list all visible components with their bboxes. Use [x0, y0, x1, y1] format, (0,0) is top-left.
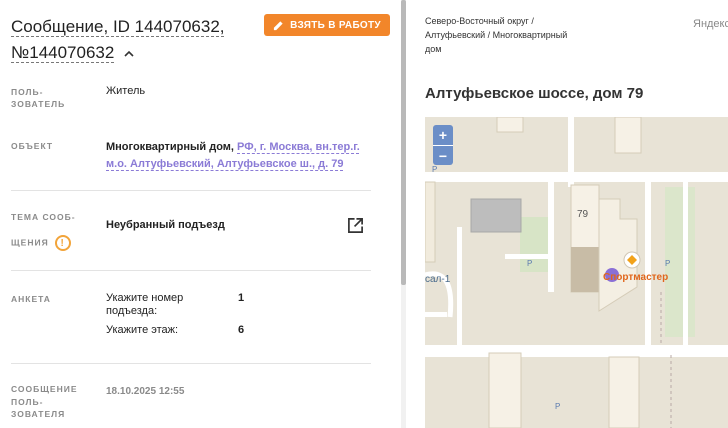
object-address: Алтуфьевское шоссе, дом 79	[425, 85, 644, 102]
zoom-in-button[interactable]: +	[433, 125, 453, 145]
building-number: 79	[577, 209, 589, 220]
object-label: ОБЪЕКТ	[11, 141, 54, 151]
take-to-work-button[interactable]: ВЗЯТЬ В РАБОТУ	[264, 14, 390, 36]
pencil-icon	[273, 20, 283, 30]
divider	[11, 270, 371, 271]
external-link-icon[interactable]	[347, 217, 364, 234]
user-message-label-line: ЗОВАТЕЛЯ	[11, 409, 66, 419]
user-message-date: 18.10.2025 12:55	[106, 386, 185, 397]
topic-label-text: ЩЕНИЯ	[11, 237, 49, 248]
breadcrumb-line: Северо-Восточный округ /	[425, 16, 534, 26]
form-answer-1: 1	[238, 292, 245, 304]
breadcrumb-line: дом	[425, 44, 442, 54]
poi-label: Спортмастер	[603, 272, 669, 283]
message-panel: Сообщение, ID 144070632, №144070632 ВЗЯТ…	[0, 0, 402, 428]
topic-label-line: ТЕМА СООБ-	[11, 212, 76, 222]
divider	[11, 363, 371, 364]
form-question-1-line: Укажите номер	[106, 292, 184, 304]
form-question-1: Укажите номер подъезда:	[106, 292, 183, 318]
user-label-line: ЗОВАТЕЛЬ	[11, 99, 66, 109]
object-panel: Северо-Восточный округ / Алтуфьевский / …	[408, 0, 728, 428]
form-question-1-line: подъезда:	[106, 305, 158, 317]
message-title[interactable]: Сообщение, ID 144070632, №144070632	[11, 14, 251, 66]
object-address-link-2[interactable]: м.о. Алтуфьевский, Алтуфьевское ш., д. 7…	[106, 158, 343, 170]
map[interactable]: 79 Спортмастер сал-1 P P P P + −	[425, 117, 728, 428]
scrollbar-thumb[interactable]	[401, 0, 406, 285]
user-value: Житель	[106, 85, 146, 97]
form-label: АНКЕТА	[11, 294, 51, 304]
chevron-up-icon[interactable]	[123, 48, 135, 60]
object-type: Многоквартирный дом,	[106, 141, 234, 153]
breadcrumb-line: Алтуфьевский / Многоквартирный	[425, 30, 568, 40]
map-canvas	[425, 117, 728, 428]
user-label: ПОЛЬ- ЗОВАТЕЛЬ	[11, 86, 65, 110]
yandex-logo: Яндекс	[693, 18, 728, 30]
object-value: Многоквартирный дом, РФ, г. Москва, вн.т…	[106, 139, 366, 173]
message-title-text: Сообщение, ID 144070632, №144070632	[11, 17, 225, 62]
street-label: сал-1	[425, 274, 451, 285]
form-answer-2: 6	[238, 324, 245, 336]
warning-icon: !	[54, 235, 71, 251]
parking-icon: P	[527, 259, 533, 268]
user-message-label-line: ПОЛЬ-	[11, 396, 44, 407]
parking-icon: P	[555, 402, 561, 411]
form-question-2: Укажите этаж:	[106, 324, 179, 336]
divider	[11, 190, 371, 191]
user-message-label-line: СООБЩЕНИЕ	[11, 384, 78, 394]
object-address-link[interactable]: РФ, г. Москва, вн.тер.г.	[237, 141, 360, 153]
parking-icon: P	[665, 259, 671, 268]
breadcrumb: Северо-Восточный округ / Алтуфьевский / …	[425, 14, 615, 56]
zoom-controls: + −	[433, 125, 453, 165]
topic-value: Неубранный подъезд	[106, 219, 225, 231]
take-to-work-label: ВЗЯТЬ В РАБОТУ	[290, 19, 381, 31]
zoom-out-button[interactable]: −	[433, 145, 453, 165]
parking-icon: P	[432, 165, 438, 174]
user-label-line: ПОЛЬ-	[11, 87, 44, 97]
topic-label-line-2: ЩЕНИЯ!	[11, 235, 76, 251]
topic-label: ТЕМА СООБ- ЩЕНИЯ!	[11, 211, 76, 251]
user-message-label: СООБЩЕНИЕ ПОЛЬ- ЗОВАТЕЛЯ	[11, 383, 78, 421]
